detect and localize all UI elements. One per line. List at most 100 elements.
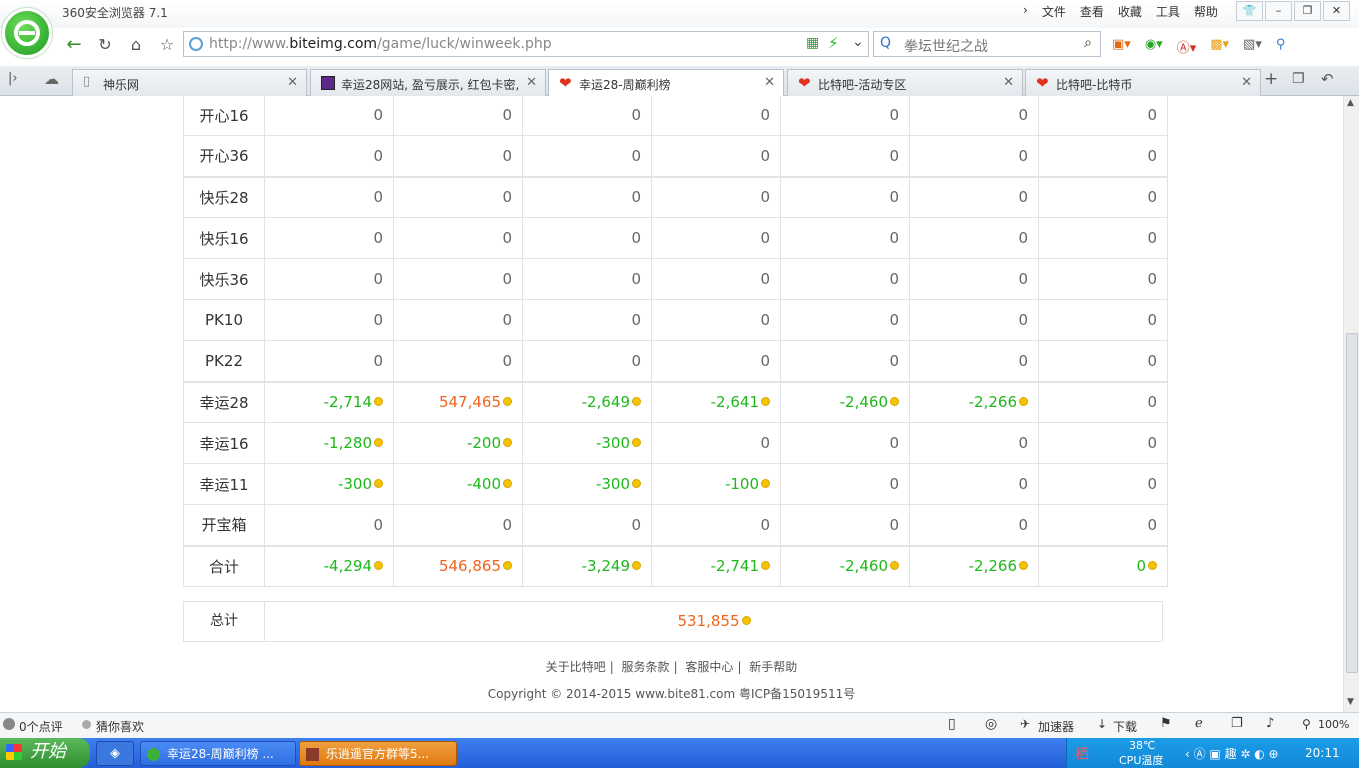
- tab-list-icon[interactable]: ❐: [1292, 71, 1305, 87]
- row-label: PK22: [183, 340, 265, 382]
- refresh-icon[interactable]: ↻: [92, 32, 118, 58]
- value-cell: 0: [522, 135, 652, 177]
- bookmark-icon[interactable]: ⚑: [1160, 716, 1172, 731]
- window-icon[interactable]: ❐: [1231, 716, 1243, 731]
- undo-close-icon[interactable]: ↶: [1321, 70, 1334, 88]
- qrcode-icon[interactable]: ▦: [806, 35, 819, 51]
- cell-value: 0: [502, 188, 512, 207]
- tab-close-icon[interactable]: ✕: [764, 75, 775, 90]
- volume-icon[interactable]: ♪: [1266, 716, 1274, 731]
- download-label[interactable]: 下载: [1113, 718, 1137, 735]
- quicklaunch-icon[interactable]: ◈: [96, 741, 134, 766]
- download-icon[interactable]: ↓: [1097, 717, 1107, 731]
- address-bar[interactable]: http://www.biteimg.com/game/luck/winweek…: [183, 31, 869, 57]
- browser-mode-icon[interactable]: ◎: [985, 716, 997, 732]
- cell-value: 0: [889, 146, 899, 165]
- vertical-scrollbar[interactable]: ▲ ▼: [1343, 96, 1359, 712]
- cell-value: 0: [760, 229, 770, 247]
- home-icon[interactable]: ⌂: [123, 32, 149, 58]
- cell-value: 0: [1136, 557, 1146, 576]
- value-cell: 0: [651, 258, 781, 300]
- coin-icon: [1019, 561, 1028, 571]
- cell-value: 0: [760, 434, 770, 452]
- ie-icon[interactable]: ℯ: [1195, 716, 1203, 731]
- back-arrow-icon[interactable]: ←: [61, 32, 87, 58]
- value-cell: 0: [264, 299, 394, 341]
- footer-link-terms[interactable]: 服务条款: [622, 660, 670, 674]
- pdf-icon[interactable]: Ⓐ▾: [1177, 37, 1197, 56]
- value-cell: 0: [780, 463, 910, 505]
- skin-icon[interactable]: 👕: [1236, 1, 1263, 21]
- table-row: 快乐16 0 0 0 0 0 0 0: [183, 217, 1168, 259]
- menu-tools[interactable]: 工具: [1149, 3, 1187, 20]
- task-qq-group[interactable]: 乐逍遥官方群等5...: [299, 741, 457, 766]
- search-input[interactable]: 拳坛世纪之战: [904, 36, 988, 56]
- windows-logo-icon: [6, 744, 22, 760]
- search-icon[interactable]: ⌕: [1084, 35, 1092, 51]
- cell-value: 0: [502, 106, 512, 124]
- footer-link-service[interactable]: 客服中心: [685, 660, 733, 674]
- cell-value: 0: [373, 106, 383, 124]
- start-button[interactable]: 开始: [0, 738, 90, 768]
- accelerator-label[interactable]: 加速器: [1038, 718, 1074, 735]
- cell-value: -2,266: [968, 557, 1017, 576]
- maximize-button[interactable]: ❐: [1294, 1, 1321, 21]
- tab-bitcoin[interactable]: ❤ 比特吧-比特币 ✕: [1025, 69, 1261, 96]
- game-icon[interactable]: ▧▾: [1243, 37, 1262, 56]
- sidebar-toggle-icon[interactable]: |›: [8, 71, 18, 86]
- cloud-icon[interactable]: ☁: [44, 70, 59, 88]
- gift-icon[interactable]: ▩▾: [1210, 37, 1229, 56]
- accelerator-icon[interactable]: ✈: [1020, 717, 1030, 731]
- navigation-bar: ← ↻ ⌂ ☆ http://www.biteimg.com/game/luck…: [0, 28, 1359, 66]
- url-text[interactable]: http://www.biteimg.com/game/luck/winweek…: [209, 36, 552, 52]
- scroll-up-icon[interactable]: ▲: [1347, 98, 1354, 108]
- value-cell: -2,714: [264, 381, 394, 423]
- scrollbar-thumb[interactable]: [1346, 333, 1358, 673]
- tab-xingyun-site[interactable]: 幸运28网站, 盈亏展示, 红包卡密, 2 ✕: [310, 69, 546, 96]
- lightning-icon[interactable]: ⚡: [828, 34, 839, 52]
- favorite-star-icon[interactable]: ☆: [154, 32, 180, 58]
- task-browser[interactable]: 幸运28-周巅利榜 ...: [140, 741, 296, 766]
- scroll-down-icon[interactable]: ▼: [1347, 697, 1354, 707]
- guess-you-like[interactable]: 猜你喜欢: [96, 718, 144, 735]
- comments-count[interactable]: 0个点评: [19, 718, 63, 735]
- input-method-icon[interactable]: 栖: [1075, 744, 1089, 764]
- close-button[interactable]: ✕: [1323, 1, 1350, 21]
- chevron-down-icon[interactable]: ⌄: [852, 34, 864, 50]
- search-engine-icon[interactable]: Q: [880, 35, 891, 51]
- apps-icon[interactable]: ▣▾: [1112, 37, 1131, 56]
- shield-icon[interactable]: ◉▾: [1145, 37, 1163, 56]
- menu-favorites[interactable]: 收藏: [1111, 3, 1149, 20]
- zoom-level[interactable]: 100%: [1318, 718, 1349, 731]
- zoom-level-icon[interactable]: ⚲: [1302, 717, 1311, 731]
- tab-close-icon[interactable]: ✕: [1241, 75, 1252, 90]
- menu-arrow-icon[interactable]: ›: [1016, 3, 1035, 20]
- tray-icons[interactable]: ‹ Ⓐ ▣ 趣 ✲ ◐ ⊕: [1185, 745, 1279, 762]
- menu-file[interactable]: 文件: [1035, 3, 1073, 20]
- menu-view[interactable]: 查看: [1073, 3, 1111, 20]
- coin-icon: [374, 438, 383, 447]
- tab-active-winweek[interactable]: ❤ 幸运28-周巅利榜 ✕: [548, 69, 784, 97]
- tab-activity[interactable]: ❤ 比特吧-活动专区 ✕: [787, 69, 1023, 96]
- cell-value: 0: [373, 351, 383, 370]
- footer-link-about[interactable]: 关于比特吧: [546, 660, 606, 674]
- cell-value: -300: [595, 434, 630, 452]
- value-cell: -100: [651, 463, 781, 505]
- coin-icon: [761, 479, 770, 488]
- tab-close-icon[interactable]: ✕: [287, 75, 298, 90]
- tab-close-icon[interactable]: ✕: [526, 75, 537, 90]
- menu-help[interactable]: 帮助: [1187, 3, 1225, 20]
- cell-value: -2,714: [323, 393, 372, 412]
- new-tab-icon[interactable]: +: [1264, 69, 1278, 89]
- tab-shenle[interactable]: ▯ 神乐网 ✕: [72, 69, 307, 96]
- zoom-icon[interactable]: ⚲: [1276, 37, 1286, 56]
- search-box[interactable]: Q 拳坛世纪之战 ⌕: [873, 31, 1101, 57]
- value-cell: -2,649: [522, 381, 652, 423]
- cell-value: 0: [1147, 106, 1157, 124]
- minimize-button[interactable]: –: [1265, 1, 1292, 21]
- cell-value: 0: [889, 515, 899, 534]
- tab-close-icon[interactable]: ✕: [1003, 75, 1014, 90]
- dot-icon: [82, 720, 91, 729]
- phone-icon[interactable]: ▯: [948, 716, 956, 732]
- footer-link-help[interactable]: 新手帮助: [749, 660, 797, 674]
